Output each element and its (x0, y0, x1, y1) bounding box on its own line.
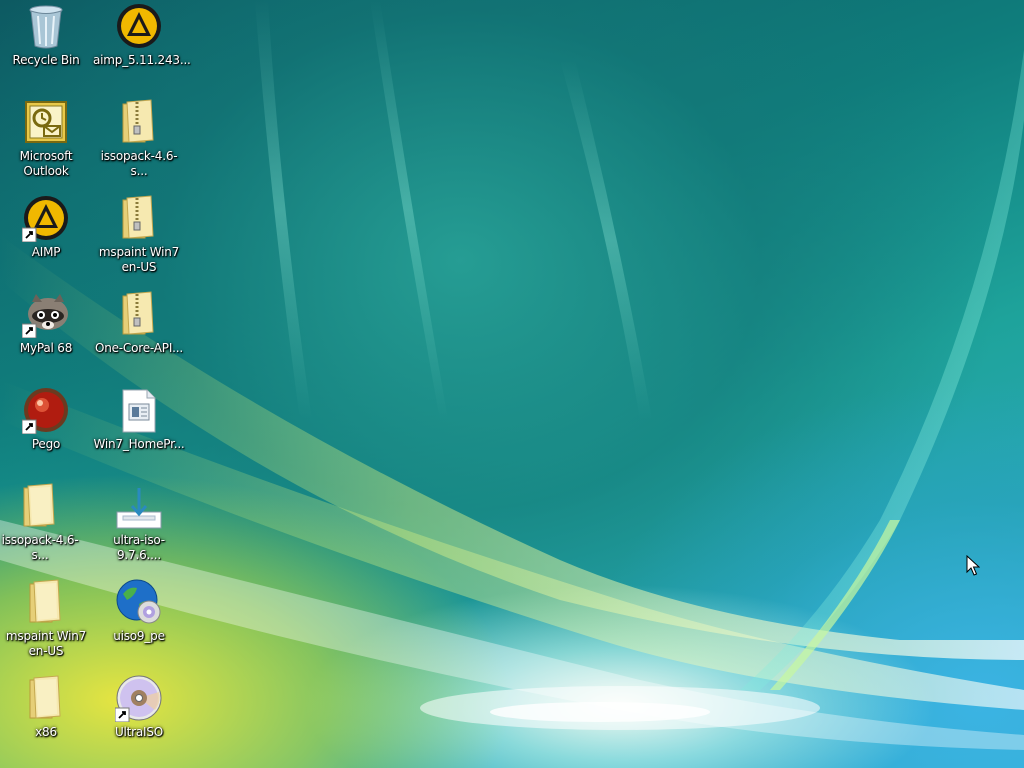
zip-folder-icon (122, 291, 154, 335)
icon-label: uiso9_pe (113, 629, 165, 643)
icon-label: Pego (31, 437, 61, 451)
recycle-bin-icon (29, 5, 63, 49)
folder-mspaint[interactable]: mspaint Win7 en-US (0, 576, 92, 668)
icon-label: mspaint Win7 en-US (5, 629, 87, 658)
icon-label: UltraISO (114, 725, 164, 739)
installer-icon (116, 488, 162, 529)
folder-icon (23, 483, 55, 527)
icon-label: Microsoft Outlook (19, 149, 73, 178)
icon-label: One-Core-API... (94, 341, 184, 355)
icon-label: issopack-4.6-s... (1, 533, 79, 562)
mypal-shortcut[interactable]: MyPal 68 (0, 288, 92, 380)
icon-label: Win7_HomePr... (93, 437, 185, 451)
zip-folder-icon (122, 99, 154, 143)
folder-x86[interactable]: x86 (0, 672, 92, 764)
mouse-pointer-icon (966, 555, 980, 576)
outlook-shortcut[interactable]: Microsoft Outlook (0, 96, 92, 188)
globe-disc-icon (116, 579, 161, 624)
file-ultra-iso-installer[interactable]: ultra-iso-9.7.6.... (93, 480, 185, 572)
icon-label: x86 (35, 725, 57, 739)
zip-issopack[interactable]: issopack-4.6-s... (93, 96, 185, 188)
aimp-installer-icon (117, 4, 161, 48)
icon-label: MyPal 68 (19, 341, 73, 355)
recycle-bin-shortcut[interactable]: Recycle Bin (0, 0, 92, 92)
folder-icon (29, 579, 61, 623)
zip-folder-icon (122, 195, 154, 239)
pego-icon (22, 388, 68, 434)
aimp-icon (22, 196, 68, 242)
folder-issopack[interactable]: issopack-4.6-s... (0, 480, 86, 572)
mypal-icon (22, 294, 68, 338)
icon-label: aimp_5.11.243... (93, 53, 191, 67)
icon-label: AIMP (31, 245, 61, 259)
icon-label: mspaint Win7 en-US (98, 245, 180, 274)
file-win7-homepr[interactable]: Win7_HomePr... (93, 384, 185, 476)
pego-shortcut[interactable]: Pego (0, 384, 92, 476)
zip-one-core-api[interactable]: One-Core-API... (93, 288, 185, 380)
folder-icon (29, 675, 61, 719)
file-uiso9-pe[interactable]: uiso9_pe (93, 576, 185, 668)
icon-label: issopack-4.6-s... (100, 149, 178, 178)
disc-icon (115, 675, 162, 722)
desktop[interactable]: Recycle Bin Microsoft Outlook AIMP MyPal… (0, 0, 1024, 768)
zip-mspaint[interactable]: mspaint Win7 en-US (93, 192, 185, 284)
aimp-installer[interactable]: aimp_5.11.243... (93, 0, 191, 92)
aimp-shortcut[interactable]: AIMP (0, 192, 92, 284)
document-icon (122, 389, 156, 433)
icon-label: ultra-iso-9.7.6.... (113, 533, 165, 562)
ultraiso-shortcut[interactable]: UltraISO (93, 672, 185, 764)
outlook-icon (25, 101, 67, 143)
icon-label: Recycle Bin (12, 53, 80, 67)
